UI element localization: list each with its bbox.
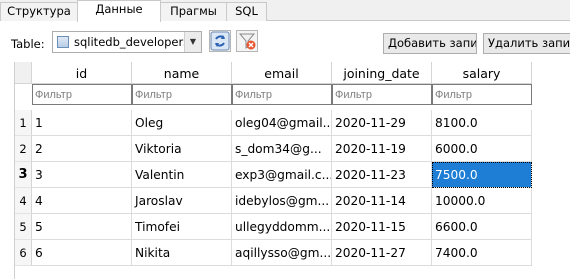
cell-id[interactable]: 2 [32,136,132,162]
cell-email[interactable]: s_dom34@g... [232,136,332,162]
tab-bar: Структура БД Данные Прагмы SQL [0,0,570,35]
cell-id[interactable]: 6 [32,240,132,266]
refresh-button[interactable] [209,30,231,52]
tab-db-structure[interactable]: Структура БД [0,2,78,35]
column-header-joining-date[interactable]: joining_date [332,62,432,84]
tab-pragmas[interactable]: Прагмы [160,2,227,21]
cell-name[interactable]: Nikita [132,240,232,266]
delete-record-button[interactable]: Удалить запись [483,33,570,54]
column-header-id[interactable]: id [32,62,132,84]
table-label: Table: [11,37,45,51]
add-record-button[interactable]: Добавить запись [383,33,477,54]
filter-salary-input[interactable] [432,84,532,105]
cell-name[interactable]: Timofei [132,214,232,240]
refresh-icon [210,31,230,51]
cell-joining-date[interactable]: 2020-11-15 [332,214,432,240]
cell-id[interactable]: 1 [32,110,132,136]
cell-email[interactable]: aqillysso@gm... [232,240,332,266]
filter-joining-date-input[interactable] [332,84,432,105]
cell-joining-date[interactable]: 2020-11-27 [332,240,432,266]
row-header[interactable]: 5 [15,214,32,240]
cell-name[interactable]: Valentin [132,162,232,188]
clear-filters-button[interactable] [236,30,258,52]
cell-id[interactable]: 4 [32,188,132,214]
cell-joining-date[interactable]: 2020-11-29 [332,110,432,136]
row-header[interactable]: 2 [15,136,32,162]
cell-name[interactable]: Oleg [132,110,232,136]
cell-email[interactable]: idebylos@gm... [232,188,332,214]
tab-data[interactable]: Данные [77,0,161,22]
cell-id[interactable]: 5 [32,214,132,240]
filter-id-input[interactable] [32,84,132,105]
table-select[interactable]: sqlitedb_developers ▼ [52,31,202,53]
cell-salary[interactable]: 8100.0 [432,110,532,136]
row-header[interactable]: 6 [15,240,32,266]
grid-corner [15,62,32,84]
row-header[interactable]: 4 [15,188,32,214]
column-header-name[interactable]: name [132,62,232,84]
row-header[interactable]: 1 [15,110,32,136]
cell-joining-date[interactable]: 2020-11-23 [332,162,432,188]
data-grid: id name email joining_date salary 1 1 Ol… [14,62,570,279]
cell-salary[interactable]: 6000.0 [432,136,532,162]
cell-salary[interactable]: 7400.0 [432,240,532,266]
chevron-down-icon[interactable]: ▼ [184,32,201,52]
cell-email[interactable]: exp3@gmail.c... [232,162,332,188]
cell-email[interactable]: oleg04@gmail... [232,110,332,136]
cell-id[interactable]: 3 [32,162,132,188]
table-icon [57,36,69,48]
row-header[interactable]: 3 [15,162,32,188]
cell-name[interactable]: Jaroslav [132,188,232,214]
column-header-salary[interactable]: salary [432,62,532,84]
cell-joining-date[interactable]: 2020-11-14 [332,188,432,214]
cell-salary[interactable]: 6600.0 [432,214,532,240]
table-select-value: sqlitedb_developers [74,35,190,49]
filter-email-input[interactable] [232,84,332,105]
cell-email[interactable]: ullegyddomm... [232,214,332,240]
column-header-email[interactable]: email [232,62,332,84]
tab-sql[interactable]: SQL [226,2,267,21]
clear-filters-icon [238,33,256,50]
filter-name-input[interactable] [132,84,232,105]
cell-salary[interactable]: 10000.0 [432,188,532,214]
cell-name[interactable]: Viktoria [132,136,232,162]
cell-salary-selected[interactable]: 7500.0 [432,162,532,188]
left-margin [0,62,14,279]
cell-joining-date[interactable]: 2020-11-19 [332,136,432,162]
data-toolbar: Table: sqlitedb_developers ▼ Добавить за… [0,22,570,62]
